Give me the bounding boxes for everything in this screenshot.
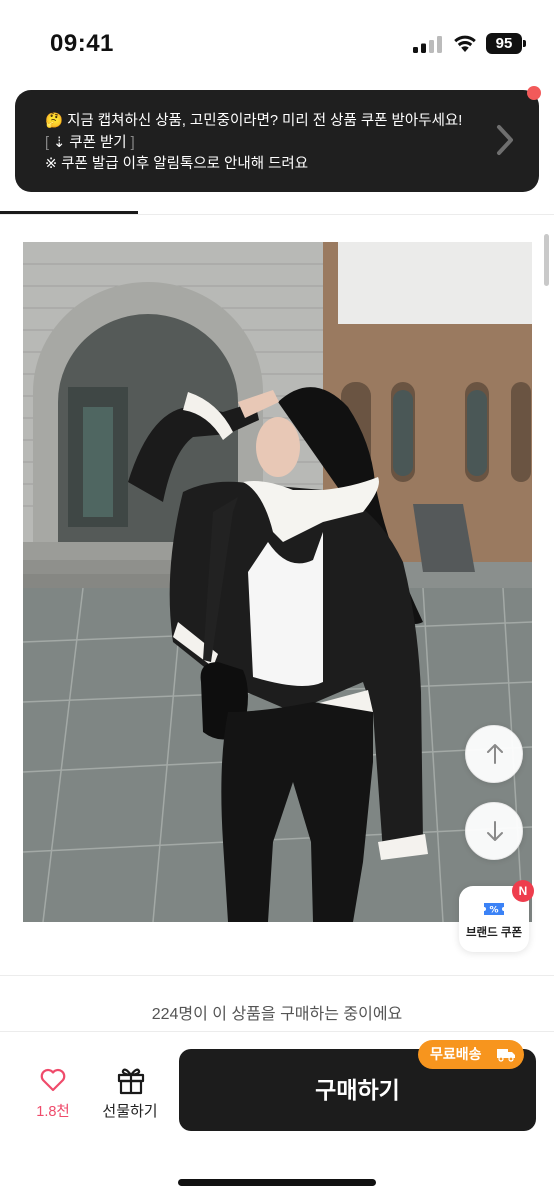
scroll-up-button[interactable] — [465, 725, 523, 783]
scrollbar-thumb[interactable] — [544, 234, 549, 286]
heart-icon — [40, 1068, 66, 1092]
gift-icon — [117, 1068, 145, 1095]
scroll-down-button[interactable] — [465, 802, 523, 860]
purchase-status-text: 224명이 이 상품을 구매하는 중이에요 — [151, 1006, 403, 1023]
section-divider — [0, 975, 554, 976]
battery-icon: 95 — [486, 33, 522, 54]
home-indicator[interactable] — [178, 1179, 376, 1186]
get-coupon-link[interactable]: [ ⇣ 쿠폰 받기 ] — [45, 131, 135, 152]
notification-dot — [527, 86, 541, 100]
bottom-divider — [0, 1031, 554, 1032]
product-photo[interactable] — [23, 242, 532, 922]
status-bar: 09:41 95 — [0, 0, 554, 88]
bracket-open: [ — [45, 135, 50, 151]
gift-label: 선물하기 — [102, 1103, 158, 1120]
banner-note: ※ 쿠폰 발급 이후 알림톡으로 안내해 드려요 — [45, 156, 309, 172]
get-coupon-label: ⇣ 쿠폰 받기 — [53, 135, 127, 151]
coupon-ticket-icon: % — [484, 903, 504, 916]
tab-divider — [0, 214, 554, 215]
free-shipping-label: 무료배송 — [430, 1046, 482, 1062]
cellular-signal-icon — [413, 36, 442, 53]
like-button[interactable]: 1.8천 — [27, 1062, 79, 1126]
arrow-down-icon — [487, 821, 503, 841]
battery-tip — [523, 40, 526, 47]
product-photo-illustration — [23, 242, 532, 922]
gift-button[interactable]: 선물하기 — [96, 1062, 164, 1126]
status-time: 09:41 — [50, 30, 114, 57]
chevron-right-icon[interactable] — [489, 123, 519, 157]
banner-headline-text: 지금 캡쳐하신 상품, 고민중이라면? 미리 전 상품 쿠폰 받아두세요! — [67, 113, 463, 129]
brand-coupon-label: 브랜드 쿠폰 — [465, 927, 523, 939]
delivery-truck-icon — [497, 1049, 515, 1062]
bracket-close: ] — [130, 135, 135, 151]
arrow-up-icon — [487, 744, 503, 764]
banner-headline: 🤔 지금 캡쳐하신 상품, 고민중이라면? 미리 전 상품 쿠폰 받아두세요! — [45, 109, 462, 130]
coupon-banner[interactable]: 🤔 지금 캡쳐하신 상품, 고민중이라면? 미리 전 상품 쿠폰 받아두세요! … — [15, 90, 539, 192]
new-badge: N — [512, 880, 534, 902]
wifi-icon — [454, 35, 476, 52]
like-count: 1.8천 — [36, 1104, 70, 1120]
svg-text:%: % — [489, 906, 498, 916]
thinking-emoji-icon: 🤔 — [45, 113, 64, 129]
free-shipping-badge: 무료배송 — [418, 1040, 524, 1069]
